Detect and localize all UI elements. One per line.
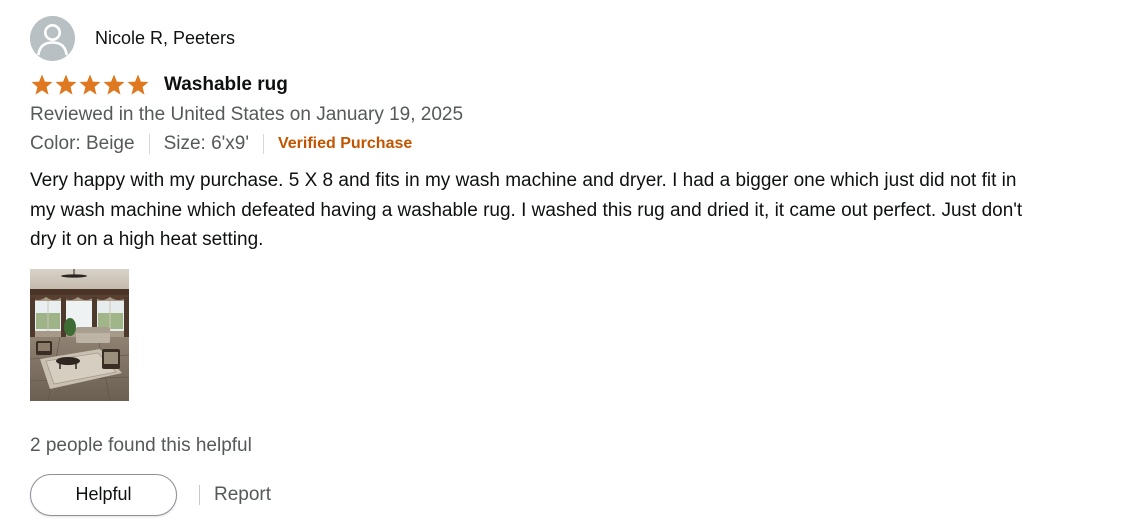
divider [262,134,264,154]
review-body: Very happy with my purchase. 5 X 8 and f… [30,170,1023,250]
divider [148,134,150,154]
verified-purchase-badge[interactable]: Verified Purchase [278,135,412,153]
size-option[interactable]: Size: 6'x9' [164,133,249,155]
color-option[interactable]: Color: Beige [30,133,135,155]
reviewer-profile[interactable]: Nicole R, Peeters [30,15,1050,61]
star-rating[interactable] [30,73,150,97]
reviewer-name[interactable]: Nicole R, Peeters [95,28,235,49]
review-image-thumbnail[interactable] [30,268,129,401]
star-icon [78,73,102,97]
living-room-photo [30,268,129,401]
star-icon [54,73,78,97]
star-icon [126,73,150,97]
review-title[interactable]: Washable rug [164,74,288,96]
star-icon [102,73,126,97]
report-link[interactable]: Report [214,484,271,506]
helpful-vote-count: 2 people found this helpful [30,434,252,456]
avatar [30,15,75,61]
review-format-strip: Color: Beige Size: 6'x9' Verified Purcha… [30,129,1050,159]
divider [199,484,200,505]
default-user-icon [30,15,75,61]
review-title-row: Washable rug [30,70,1050,100]
helpful-button[interactable]: Helpful [30,473,177,516]
customer-review: Nicole R, Peeters Washable rug Reviewed … [30,15,1050,516]
review-date: Reviewed in the United States on January… [30,104,464,125]
star-icon [30,73,54,97]
review-actions: Helpful Report [30,473,1050,516]
